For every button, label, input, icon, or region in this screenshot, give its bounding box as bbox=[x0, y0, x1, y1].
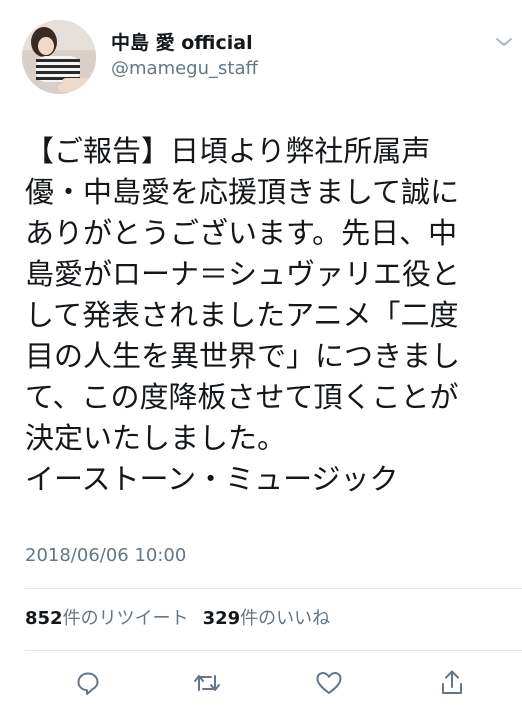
tweet-text-line: 目の人生を異世界で」につきまし bbox=[25, 339, 461, 373]
retweet-stat[interactable]: 852件のリツイート bbox=[25, 608, 189, 629]
chevron-down-icon[interactable] bbox=[494, 34, 514, 48]
like-count: 329 bbox=[202, 608, 241, 629]
divider bbox=[25, 650, 522, 651]
tweet-text-line: 決定いたしました。 bbox=[25, 421, 287, 455]
like-label: 件のいいね bbox=[240, 608, 331, 629]
display-name[interactable]: 中島 愛 official bbox=[111, 32, 253, 54]
tweet-text-line: 島愛がローナ＝シュヴァリエ役と bbox=[25, 257, 461, 291]
tweet-timestamp[interactable]: 2018/06/06 10:00 bbox=[25, 545, 186, 567]
avatar[interactable] bbox=[22, 20, 96, 94]
tweet: 中島 愛 official @mamegu_staff 【ご報告】日頃より弊社所… bbox=[0, 0, 522, 714]
divider bbox=[25, 588, 522, 589]
tweet-text-line: イーストーン・ミュージック bbox=[25, 462, 399, 496]
share-icon[interactable] bbox=[435, 666, 469, 700]
retweet-count: 852 bbox=[25, 608, 63, 629]
user-handle[interactable]: @mamegu_staff bbox=[111, 58, 258, 80]
like-stat[interactable]: 329件のいいね bbox=[203, 608, 331, 629]
retweet-label: 件のリツイート bbox=[62, 608, 189, 629]
tweet-stats: 852件のリツイート 329件のいいね bbox=[25, 607, 330, 631]
tweet-text-line: ありがとうございます。先日、中 bbox=[25, 216, 458, 250]
retweet-icon[interactable] bbox=[190, 666, 224, 700]
heart-icon[interactable] bbox=[312, 666, 346, 700]
tweet-text-line: 優・中島愛を応援頂きまして誠に bbox=[25, 175, 460, 209]
tweet-text-line: 【ご報告】日頃より弊社所属声 bbox=[25, 134, 431, 168]
reply-icon[interactable] bbox=[71, 666, 105, 700]
tweet-text: 【ご報告】日頃より弊社所属声 優・中島愛を応援頂きまして誠に ありがとうございま… bbox=[25, 131, 503, 500]
tweet-text-line: して発表されましたアニメ「二度 bbox=[25, 298, 459, 332]
avatar-image bbox=[22, 20, 96, 94]
tweet-text-line: て、この度降板させて頂くことが bbox=[25, 380, 459, 414]
